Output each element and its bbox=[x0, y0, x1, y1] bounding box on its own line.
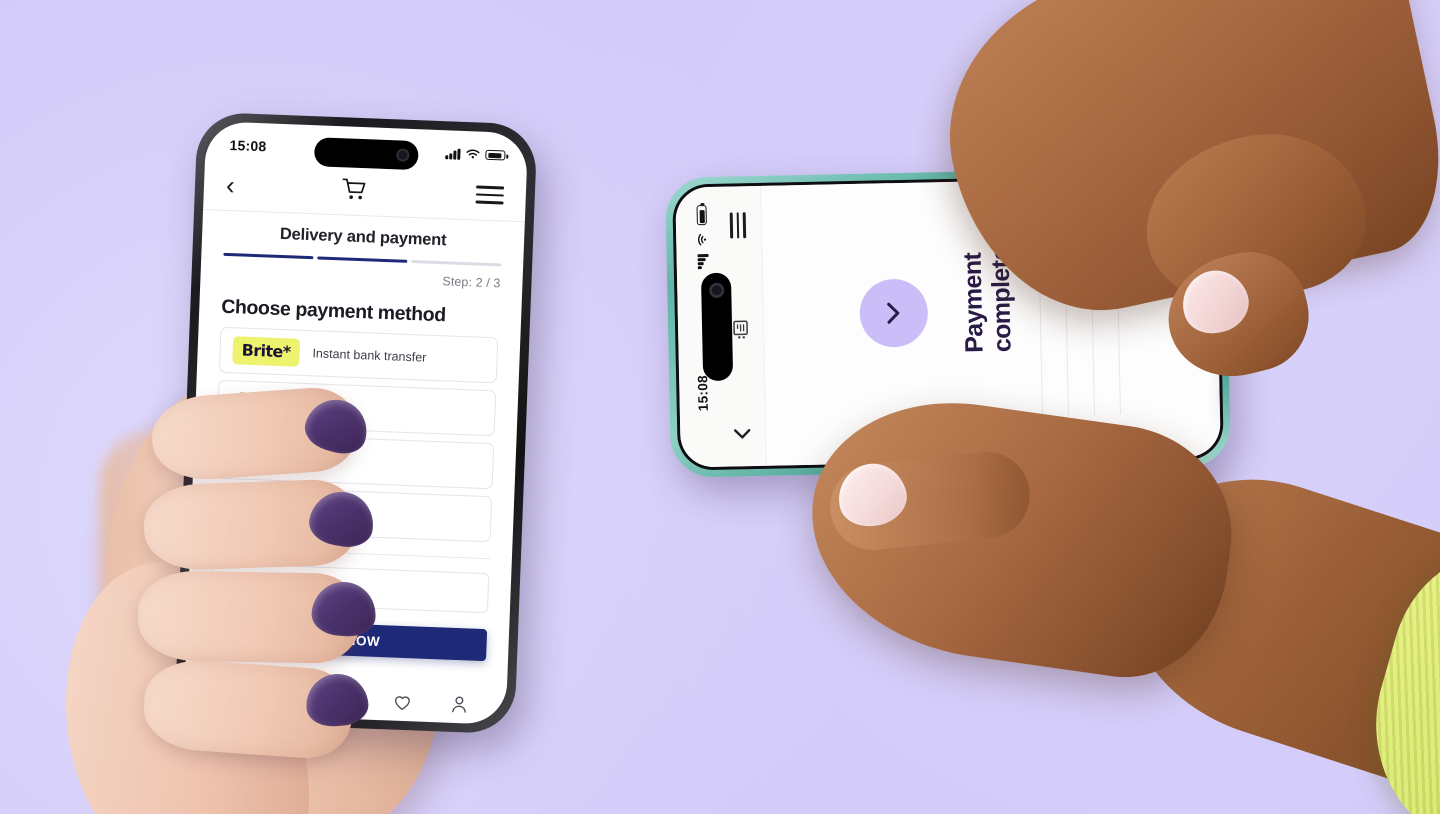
signal-bars-icon bbox=[445, 148, 461, 160]
right-status-rail: 15:08 bbox=[675, 185, 767, 468]
status-time: 15:08 bbox=[695, 374, 711, 412]
status-time: 15:08 bbox=[229, 136, 267, 155]
chevron-check-icon bbox=[887, 302, 900, 324]
front-camera-icon bbox=[396, 148, 410, 162]
dynamic-island bbox=[313, 137, 419, 171]
reader-view-icon[interactable] bbox=[728, 319, 752, 341]
chevron-down-icon[interactable] bbox=[730, 422, 754, 444]
wifi-icon bbox=[466, 149, 480, 159]
step-title: Delivery and payment bbox=[279, 224, 447, 250]
status-icons bbox=[445, 147, 506, 161]
hamburger-menu-icon[interactable] bbox=[475, 185, 505, 205]
hamburger-menu-icon[interactable] bbox=[729, 212, 747, 239]
status-icons bbox=[695, 205, 709, 270]
screenshot-root: 15:08 ‹ Delivery and payment Step: 2 / 3… bbox=[0, 0, 1440, 814]
battery-icon bbox=[696, 205, 707, 226]
success-badge bbox=[859, 278, 929, 348]
signal-bars-icon bbox=[697, 254, 709, 270]
shopping-cart-icon[interactable] bbox=[340, 176, 371, 203]
battery-icon bbox=[485, 149, 506, 161]
right-hand-lower bbox=[790, 383, 1440, 814]
wifi-icon bbox=[698, 233, 707, 246]
browser-chrome-rail bbox=[720, 186, 760, 467]
right-hand-thumb bbox=[1155, 239, 1328, 405]
left-hand-fingers bbox=[60, 250, 580, 814]
back-button[interactable]: ‹ bbox=[225, 170, 235, 200]
